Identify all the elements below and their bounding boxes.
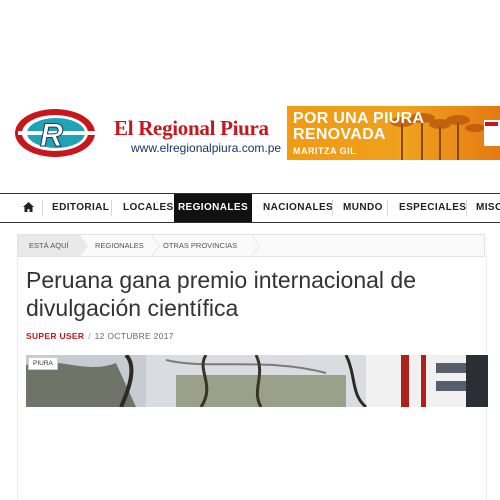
nav-item-regionales[interactable]: REGIONALES	[174, 194, 252, 222]
logo-title: El Regional Piura	[114, 116, 269, 140]
nav-item-especiales[interactable]: ESPECIALES	[399, 194, 466, 222]
breadcrumb-item-regionales[interactable]: REGIONALES	[95, 235, 144, 256]
meta-separator: /	[88, 331, 91, 341]
logo-r-emblem-icon: R	[15, 109, 96, 157]
svg-text:R: R	[40, 117, 63, 153]
breadcrumb-here-label: ESTÁ AQUÍ	[18, 235, 80, 256]
hero-photo-illustration	[26, 355, 488, 407]
article-author[interactable]: SUPER USER	[26, 331, 84, 341]
nav-item-mundo[interactable]: MUNDO	[343, 194, 383, 222]
article-title: Peruana gana premio internacional de div…	[26, 267, 416, 321]
nav-item-misc[interactable]: MISC	[476, 194, 500, 222]
nav-home[interactable]	[14, 194, 42, 222]
breadcrumb-item-otras-provincias[interactable]: OTRAS PROVINCIAS	[163, 235, 237, 256]
nav-item-locales[interactable]: LOCALES	[123, 194, 174, 222]
ad-headline-2: RENOVADA	[293, 126, 386, 143]
ad-candidate-name: MARITZA GIL	[293, 146, 357, 156]
logo-url: www.elregionalpiura.com.pe	[131, 141, 282, 155]
article-hero-image[interactable]	[26, 355, 488, 407]
nav-item-editorial[interactable]: EDITORIAL	[52, 194, 109, 222]
banner-ad[interactable]: POR UNA PIURA RENOVADA MARITZA GIL	[287, 106, 500, 160]
site-logo[interactable]: R El Regional Piura www.elregionalpiura.…	[14, 104, 281, 162]
main-nav: EDITORIAL LOCALES REGIONALES NACIONALES …	[0, 193, 500, 223]
nav-item-nacionales[interactable]: NACIONALES	[263, 194, 333, 222]
category-tag[interactable]: PIURA	[28, 357, 58, 370]
article-meta: SUPER USER /12 OCTUBRE 2017	[26, 331, 174, 341]
article-date: 12 OCTUBRE 2017	[94, 331, 174, 341]
ad-ballot-icon	[484, 120, 500, 146]
home-icon	[22, 202, 34, 213]
ad-headline-1: POR UNA PIURA	[293, 110, 425, 127]
